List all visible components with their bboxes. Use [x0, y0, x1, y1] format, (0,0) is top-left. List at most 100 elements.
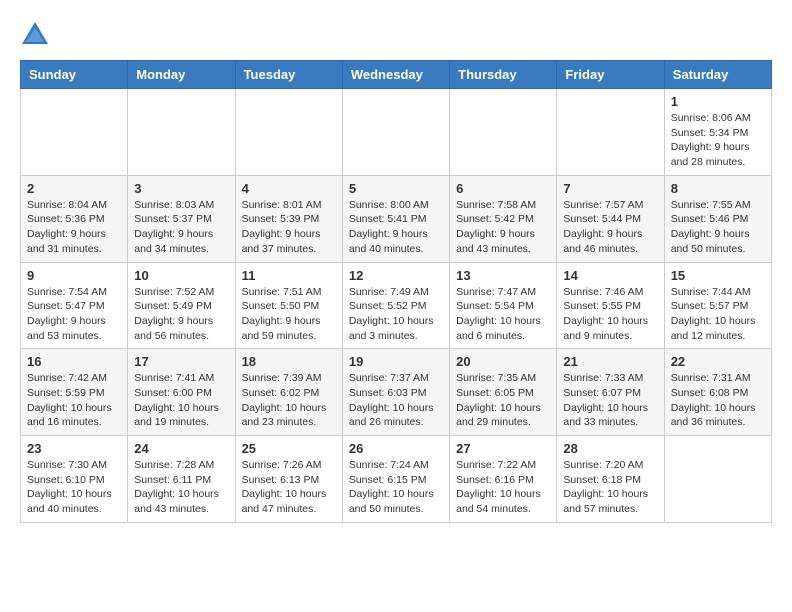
day-header-friday: Friday	[557, 61, 664, 89]
day-info: Sunrise: 7:54 AM Sunset: 5:47 PM Dayligh…	[27, 285, 121, 344]
day-info: Sunrise: 7:44 AM Sunset: 5:57 PM Dayligh…	[671, 285, 765, 344]
day-number: 14	[563, 268, 657, 283]
day-info: Sunrise: 7:39 AM Sunset: 6:02 PM Dayligh…	[242, 371, 336, 430]
day-info: Sunrise: 7:52 AM Sunset: 5:49 PM Dayligh…	[134, 285, 228, 344]
calendar-cell: 25Sunrise: 7:26 AM Sunset: 6:13 PM Dayli…	[235, 436, 342, 523]
day-info: Sunrise: 8:06 AM Sunset: 5:34 PM Dayligh…	[671, 111, 765, 170]
day-number: 2	[27, 181, 121, 196]
day-number: 22	[671, 354, 765, 369]
day-info: Sunrise: 7:35 AM Sunset: 6:05 PM Dayligh…	[456, 371, 550, 430]
day-info: Sunrise: 7:42 AM Sunset: 5:59 PM Dayligh…	[27, 371, 121, 430]
calendar-cell: 1 Sunrise: 8:06 AM Sunset: 5:34 PM Daylig…	[664, 89, 771, 176]
day-number: 1	[671, 94, 765, 109]
day-info: Sunrise: 7:20 AM Sunset: 6:18 PM Dayligh…	[563, 458, 657, 517]
day-number: 28	[563, 441, 657, 456]
day-header-thursday: Thursday	[450, 61, 557, 89]
calendar-header-row: SundayMondayTuesdayWednesdayThursdayFrid…	[21, 61, 772, 89]
day-number: 17	[134, 354, 228, 369]
calendar-cell	[342, 89, 449, 176]
day-number: 26	[349, 441, 443, 456]
day-number: 8	[671, 181, 765, 196]
day-info: Sunrise: 7:57 AM Sunset: 5:44 PM Dayligh…	[563, 198, 657, 257]
calendar-cell: 28 Sunrise: 7:20 AM Sunset: 6:18 PM Dayli…	[557, 436, 664, 523]
day-info: Sunrise: 7:46 AM Sunset: 5:55 PM Dayligh…	[563, 285, 657, 344]
day-number: 25	[242, 441, 336, 456]
calendar-cell: 14 Sunrise: 7:46 AM Sunset: 5:55 PM Dayli…	[557, 262, 664, 349]
calendar-cell: 19 Sunrise: 7:37 AM Sunset: 6:03 PM Dayli…	[342, 349, 449, 436]
day-info: Sunrise: 7:30 AM Sunset: 6:10 PM Dayligh…	[27, 458, 121, 517]
day-number: 18	[242, 354, 336, 369]
calendar-cell	[128, 89, 235, 176]
day-number: 10	[134, 268, 228, 283]
day-number: 4	[242, 181, 336, 196]
day-info: Sunrise: 7:22 AM Sunset: 6:16 PM Dayligh…	[456, 458, 550, 517]
calendar-cell	[235, 89, 342, 176]
day-info: Sunrise: 7:51 AM Sunset: 5:50 PM Dayligh…	[242, 285, 336, 344]
day-info: Sunrise: 8:00 AM Sunset: 5:41 PM Dayligh…	[349, 198, 443, 257]
day-number: 13	[456, 268, 550, 283]
calendar-week-row: 1 Sunrise: 8:06 AM Sunset: 5:34 PM Daylig…	[21, 89, 772, 176]
day-number: 11	[242, 268, 336, 283]
day-number: 3	[134, 181, 228, 196]
calendar-week-row: 23 Sunrise: 7:30 AM Sunset: 6:10 PM Dayli…	[21, 436, 772, 523]
day-header-tuesday: Tuesday	[235, 61, 342, 89]
day-info: Sunrise: 7:37 AM Sunset: 6:03 PM Dayligh…	[349, 371, 443, 430]
day-number: 27	[456, 441, 550, 456]
calendar-cell: 21 Sunrise: 7:33 AM Sunset: 6:07 PM Dayli…	[557, 349, 664, 436]
calendar-cell: 22 Sunrise: 7:31 AM Sunset: 6:08 PM Dayli…	[664, 349, 771, 436]
calendar-week-row: 2Sunrise: 8:04 AM Sunset: 5:36 PM Daylig…	[21, 175, 772, 262]
day-info: Sunrise: 7:55 AM Sunset: 5:46 PM Dayligh…	[671, 198, 765, 257]
calendar-cell: 26 Sunrise: 7:24 AM Sunset: 6:15 PM Dayli…	[342, 436, 449, 523]
day-header-saturday: Saturday	[664, 61, 771, 89]
calendar-cell: 6 Sunrise: 7:58 AM Sunset: 5:42 PM Daylig…	[450, 175, 557, 262]
calendar-cell: 24 Sunrise: 7:28 AM Sunset: 6:11 PM Dayli…	[128, 436, 235, 523]
day-number: 6	[456, 181, 550, 196]
calendar: SundayMondayTuesdayWednesdayThursdayFrid…	[20, 60, 772, 523]
day-number: 9	[27, 268, 121, 283]
day-number: 24	[134, 441, 228, 456]
logo	[20, 20, 54, 50]
day-number: 20	[456, 354, 550, 369]
day-info: Sunrise: 7:47 AM Sunset: 5:54 PM Dayligh…	[456, 285, 550, 344]
calendar-week-row: 16Sunrise: 7:42 AM Sunset: 5:59 PM Dayli…	[21, 349, 772, 436]
calendar-cell: 18 Sunrise: 7:39 AM Sunset: 6:02 PM Dayli…	[235, 349, 342, 436]
day-info: Sunrise: 7:49 AM Sunset: 5:52 PM Dayligh…	[349, 285, 443, 344]
day-info: Sunrise: 7:33 AM Sunset: 6:07 PM Dayligh…	[563, 371, 657, 430]
calendar-cell	[21, 89, 128, 176]
calendar-cell	[557, 89, 664, 176]
day-info: Sunrise: 7:58 AM Sunset: 5:42 PM Dayligh…	[456, 198, 550, 257]
calendar-cell: 9 Sunrise: 7:54 AM Sunset: 5:47 PM Daylig…	[21, 262, 128, 349]
calendar-week-row: 9 Sunrise: 7:54 AM Sunset: 5:47 PM Daylig…	[21, 262, 772, 349]
calendar-cell: 7 Sunrise: 7:57 AM Sunset: 5:44 PM Daylig…	[557, 175, 664, 262]
day-info: Sunrise: 7:28 AM Sunset: 6:11 PM Dayligh…	[134, 458, 228, 517]
calendar-cell: 10 Sunrise: 7:52 AM Sunset: 5:49 PM Dayli…	[128, 262, 235, 349]
calendar-cell	[450, 89, 557, 176]
day-info: Sunrise: 8:01 AM Sunset: 5:39 PM Dayligh…	[242, 198, 336, 257]
calendar-cell: 20 Sunrise: 7:35 AM Sunset: 6:05 PM Dayli…	[450, 349, 557, 436]
day-header-wednesday: Wednesday	[342, 61, 449, 89]
calendar-cell: 27 Sunrise: 7:22 AM Sunset: 6:16 PM Dayli…	[450, 436, 557, 523]
calendar-cell: 17 Sunrise: 7:41 AM Sunset: 6:00 PM Dayli…	[128, 349, 235, 436]
day-number: 21	[563, 354, 657, 369]
calendar-cell: 11 Sunrise: 7:51 AM Sunset: 5:50 PM Dayli…	[235, 262, 342, 349]
day-number: 15	[671, 268, 765, 283]
day-number: 12	[349, 268, 443, 283]
calendar-cell: 23 Sunrise: 7:30 AM Sunset: 6:10 PM Dayli…	[21, 436, 128, 523]
calendar-cell: 5Sunrise: 8:00 AM Sunset: 5:41 PM Daylig…	[342, 175, 449, 262]
day-header-sunday: Sunday	[21, 61, 128, 89]
day-info: Sunrise: 7:41 AM Sunset: 6:00 PM Dayligh…	[134, 371, 228, 430]
day-number: 23	[27, 441, 121, 456]
calendar-cell: 13 Sunrise: 7:47 AM Sunset: 5:54 PM Dayli…	[450, 262, 557, 349]
day-number: 19	[349, 354, 443, 369]
calendar-cell: 2Sunrise: 8:04 AM Sunset: 5:36 PM Daylig…	[21, 175, 128, 262]
calendar-cell: 8 Sunrise: 7:55 AM Sunset: 5:46 PM Daylig…	[664, 175, 771, 262]
calendar-cell: 4 Sunrise: 8:01 AM Sunset: 5:39 PM Daylig…	[235, 175, 342, 262]
day-info: Sunrise: 7:24 AM Sunset: 6:15 PM Dayligh…	[349, 458, 443, 517]
day-number: 7	[563, 181, 657, 196]
day-info: Sunrise: 7:31 AM Sunset: 6:08 PM Dayligh…	[671, 371, 765, 430]
calendar-cell: 15 Sunrise: 7:44 AM Sunset: 5:57 PM Dayli…	[664, 262, 771, 349]
generalblue-logo-icon	[20, 20, 50, 50]
calendar-cell: 16Sunrise: 7:42 AM Sunset: 5:59 PM Dayli…	[21, 349, 128, 436]
day-header-monday: Monday	[128, 61, 235, 89]
calendar-cell	[664, 436, 771, 523]
